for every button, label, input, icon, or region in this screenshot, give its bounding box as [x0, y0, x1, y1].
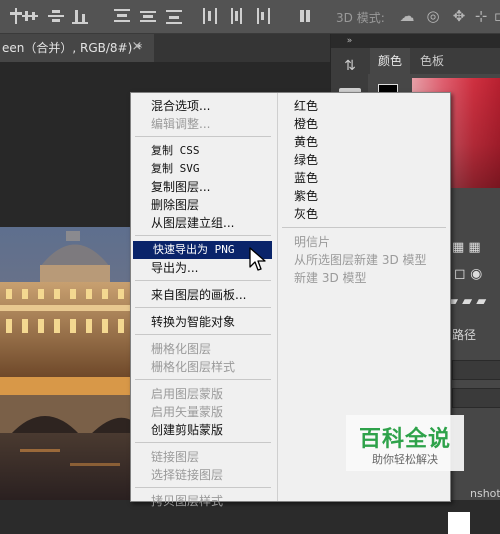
watermark-logo: 百科全说 助你轻松解决	[346, 415, 464, 471]
menu-item-group-from-layers[interactable]: 从图层建立组...	[131, 214, 272, 232]
watermark-title: 百科全说	[358, 427, 451, 452]
layer-name[interactable]: nshot	[470, 487, 500, 500]
tab-color[interactable]: 颜色	[370, 48, 411, 74]
menu-item-select-linked-layers[interactable]: 选择链接图层	[131, 466, 272, 484]
layer-link-icon[interactable]: ▰ ▰ ▰	[448, 294, 498, 312]
context-menu-left-column: 混合选项... 编辑调整... 复制 CSS 复制 SVG 复制图层... 删除…	[131, 93, 276, 508]
mouse-cursor-icon	[248, 247, 268, 273]
menu-item-link-layers[interactable]: 链接图层	[131, 448, 272, 466]
distribute-right-icon[interactable]	[256, 8, 272, 24]
menu-item-new-3d-from-layer[interactable]: 从所选图层新建 3D 模型	[278, 251, 448, 269]
opacity-field[interactable]	[452, 388, 500, 408]
panel-tabs: 颜色 色板	[368, 48, 500, 74]
menu-item-delete-layer[interactable]: 删除图层	[131, 196, 272, 214]
auto-align-icon[interactable]	[298, 8, 314, 24]
menu-separator	[135, 280, 271, 281]
menu-item-blending-options[interactable]: 混合选项...	[131, 97, 272, 115]
menu-item-copy-svg[interactable]: 复制 SVG	[131, 160, 272, 178]
menu-item-postcard[interactable]: 明信片	[278, 233, 448, 251]
align-right-icon[interactable]	[140, 8, 156, 24]
menu-item-color-gray[interactable]: 灰色	[278, 205, 448, 223]
pan-3d-icon[interactable]: ✥	[450, 7, 468, 25]
menu-item-color-blue[interactable]: 蓝色	[278, 169, 448, 187]
menu-item-rasterize-layer-style[interactable]: 栅格化图层样式	[131, 358, 272, 376]
menu-separator	[135, 442, 271, 443]
menu-separator	[135, 307, 271, 308]
menu-item-convert-smart-object[interactable]: 转换为智能对象	[131, 313, 272, 331]
distribute-left-icon[interactable]	[202, 8, 218, 24]
menu-separator	[135, 487, 271, 488]
menu-item-enable-vector-mask[interactable]: 启用矢量蒙版	[131, 403, 272, 421]
watermark-subtitle: 助你轻松解决	[372, 453, 438, 466]
align-left-icon[interactable]	[72, 8, 88, 24]
menu-item-copy-css[interactable]: 复制 CSS	[131, 142, 272, 160]
blend-mode-select[interactable]	[452, 360, 500, 380]
align-bottom-icon[interactable]	[48, 8, 64, 24]
distribute-hcenter-icon[interactable]	[228, 8, 244, 24]
align-hcenter-icon[interactable]	[114, 8, 130, 24]
menu-separator	[135, 235, 271, 236]
history-icon[interactable]: ⇅	[341, 58, 359, 78]
menu-separator	[282, 227, 446, 228]
menu-item-artboard-from-layers[interactable]: 来自图层的画板...	[131, 286, 272, 304]
tab-paths[interactable]: 路径	[452, 326, 476, 343]
menu-item-color-violet[interactable]: 紫色	[278, 187, 448, 205]
menu-item-new-3d-model[interactable]: 新建 3D 模型	[278, 269, 448, 287]
layer-lock-icon[interactable]: ◻ ◉	[454, 266, 498, 284]
document-tab-bar: een（合并）, RGB/8#) * ×	[0, 34, 330, 62]
menu-separator	[135, 334, 271, 335]
menu-item-edit-adjustment[interactable]: 编辑调整...	[131, 115, 272, 133]
menu-item-create-clipping-mask[interactable]: 创建剪贴蒙版	[131, 421, 272, 439]
orbit-3d-icon[interactable]: ☁	[398, 7, 416, 25]
menu-separator	[135, 136, 271, 137]
collapse-panels-icon[interactable]: »	[331, 34, 368, 48]
layer-thumbnail	[448, 512, 470, 534]
menu-item-color-orange[interactable]: 橙色	[278, 115, 448, 133]
tab-swatches[interactable]: 色板	[412, 48, 452, 74]
scale-3d-icon[interactable]: ▫	[490, 7, 500, 25]
menu-item-copy-layer-style[interactable]: 拷贝图层样式	[131, 492, 272, 510]
close-icon[interactable]: ×	[129, 39, 145, 55]
menu-item-color-yellow[interactable]: 黄色	[278, 133, 448, 151]
document-tab-title: een（合并）, RGB/8#) *	[2, 41, 143, 55]
distribute-top-icon[interactable]	[166, 8, 182, 24]
menu-item-duplicate-layer[interactable]: 复制图层...	[131, 178, 272, 196]
menu-item-rasterize-layer[interactable]: 栅格化图层	[131, 340, 272, 358]
canvas-photo	[0, 227, 140, 500]
layer-filter-icon[interactable]: ▦ ▦	[452, 240, 496, 258]
roll-3d-icon[interactable]: ◎	[424, 7, 442, 25]
panel-header	[368, 34, 500, 48]
menu-item-color-red[interactable]: 红色	[278, 97, 448, 115]
slide-3d-icon[interactable]: ⊹	[472, 7, 490, 25]
menu-separator	[135, 379, 271, 380]
3d-mode-label: 3D 模式:	[336, 11, 385, 25]
options-bar: 3D 模式: ☁ ◎ ✥ ⊹ ▫	[0, 0, 500, 34]
align-vcenter-icon[interactable]	[22, 8, 38, 24]
menu-item-enable-layer-mask[interactable]: 启用图层蒙版	[131, 385, 272, 403]
menu-item-color-green[interactable]: 绿色	[278, 151, 448, 169]
